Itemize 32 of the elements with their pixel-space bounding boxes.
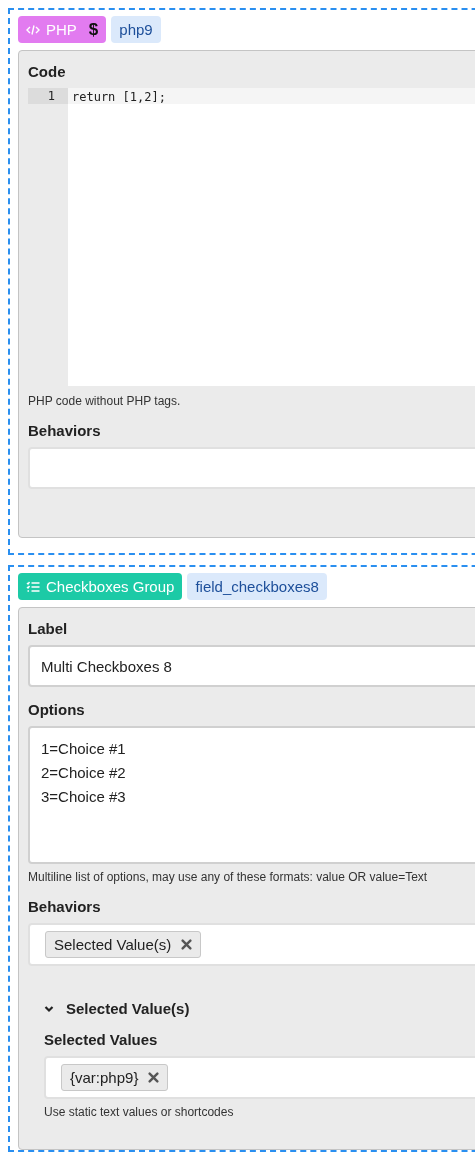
field-label: Code	[28, 63, 67, 80]
code-editor[interactable]: 1 return [1,2];	[28, 88, 475, 386]
remove-icon[interactable]	[181, 939, 193, 950]
tags-field[interactable]	[28, 447, 475, 489]
code-icon	[26, 23, 40, 36]
line-number: 1	[28, 88, 68, 104]
tag-text: Selected Value(s)	[54, 936, 172, 953]
dollar-sign: $	[88, 21, 99, 38]
hint-text: Multiline list of options, may use any of these formats: value OR value=Text	[28, 870, 429, 884]
field-label: Selected Values	[44, 1031, 159, 1048]
section-toggle[interactable]: Selected Value(s)	[44, 1000, 475, 1017]
checklist-icon	[26, 580, 40, 593]
tag-chip[interactable]: Selected Value(s)	[45, 931, 202, 958]
field-name-badge: php9	[111, 16, 161, 43]
badge-label: PHP	[46, 21, 77, 38]
options-field[interactable]: 1=Choice #1 2=Choice #2 3=Choice #3	[28, 726, 475, 864]
tag-text: {var:php9}	[70, 1069, 139, 1086]
code-line: return [1,2];	[72, 90, 166, 104]
hint-text: PHP code without PHP tags.	[28, 394, 182, 408]
text-field[interactable]: Multi Checkboxes 8	[28, 645, 475, 687]
field-label: Options	[28, 701, 86, 718]
badge-label: Checkboxes Group	[46, 578, 175, 595]
remove-icon[interactable]	[148, 1072, 160, 1083]
field-label: Behaviors	[28, 898, 102, 915]
tags-field[interactable]: {var:php9}	[44, 1056, 475, 1099]
tags-field[interactable]: Selected Value(s)	[28, 923, 475, 966]
tag-chip[interactable]: {var:php9}	[61, 1064, 169, 1091]
field-name-badge: field_checkboxes8	[187, 573, 327, 600]
field-label: Behaviors	[28, 422, 102, 439]
field-label: Label	[28, 620, 69, 637]
chevron-icon	[44, 1003, 54, 1014]
hint-text: Use static text values or shortcodes	[44, 1105, 235, 1119]
